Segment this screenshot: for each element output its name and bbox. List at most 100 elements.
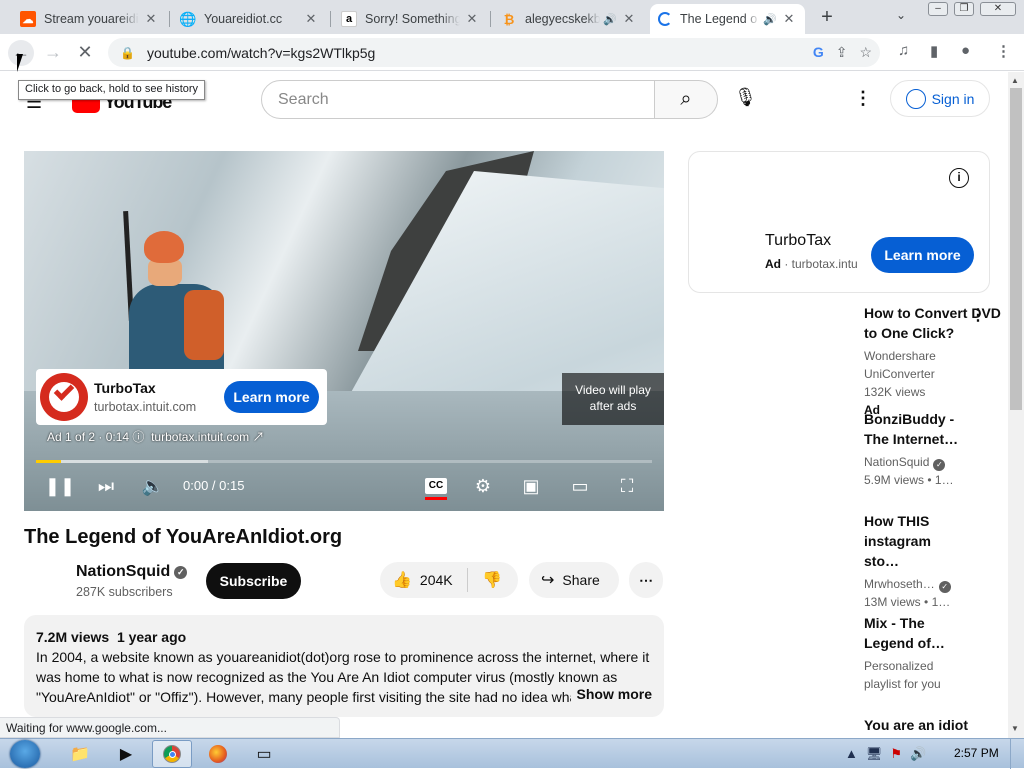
recommendation-item[interactable]: BonziBuddy - The Internet… NationSquid ✓ … — [864, 409, 1008, 489]
description-box[interactable]: 7.2M views 1 year ago In 2004, a website… — [24, 615, 664, 717]
subscribe-button[interactable]: Subscribe — [206, 563, 301, 599]
share-arrow-icon: ↪ — [541, 572, 555, 589]
sign-in-button[interactable]: Sign in — [890, 80, 990, 117]
rec-age: 1… — [931, 595, 951, 609]
upload-age: 1 year ago — [116, 629, 187, 645]
played-bar — [36, 460, 61, 463]
restore-button[interactable]: ❐ — [954, 2, 974, 16]
settings-kebab-icon[interactable]: ⋮ — [854, 88, 872, 109]
pause-button[interactable]: ❚❚ — [45, 473, 75, 499]
captions-button[interactable]: CC — [424, 473, 448, 500]
settings-gear-icon[interactable]: ⚙ — [471, 473, 495, 499]
tab-search-chevron-icon[interactable]: ⌄ — [896, 8, 906, 22]
show-more-button[interactable]: Show more — [570, 684, 652, 704]
rec-menu-kebab-icon[interactable]: ⋮ — [970, 305, 986, 325]
firefox-icon[interactable] — [198, 740, 238, 768]
minimize-button[interactable]: – — [928, 2, 948, 16]
chrome-menu-icon[interactable]: ⋮ — [996, 42, 1011, 60]
bookmark-star-icon[interactable]: ☆ — [859, 44, 872, 61]
volume-tray-icon[interactable]: 🔊 — [910, 746, 926, 762]
volume-icon[interactable]: 🔈 — [141, 473, 165, 499]
ad-learn-more-button[interactable]: Learn more — [224, 381, 319, 413]
tab-1[interactable]: ☁ Stream youareidiot ✕ — [12, 4, 167, 34]
more-actions-button[interactable]: ⋯ — [629, 562, 663, 598]
tab-4[interactable]: ₿ alegyecskekbt 🔊 ✕ — [493, 4, 645, 34]
address-bar[interactable]: 🔒 youtube.com/watch?v=kgs2WTlkp5g G ⇪ ☆ — [108, 38, 880, 67]
info-icon[interactable]: ⓘ — [132, 430, 144, 444]
rec-age: 1… — [934, 473, 954, 487]
close-window-button[interactable]: ✕ — [980, 2, 1016, 16]
close-icon[interactable]: ✕ — [143, 11, 159, 27]
mouse-pointer-icon — [17, 54, 23, 72]
close-icon[interactable]: ✕ — [303, 11, 319, 27]
soundcloud-icon: ☁ — [20, 11, 36, 27]
action-center-icon[interactable]: ⚑ — [890, 746, 902, 762]
more-horiz-icon: ⋯ — [639, 571, 653, 588]
recommendation-item[interactable]: You are an idiot — [864, 715, 1008, 735]
page-scrollbar[interactable]: ▲ ▼ — [1008, 72, 1024, 738]
video-player[interactable]: TurboTax turbotax.intuit.com Learn more … — [24, 151, 664, 511]
channel-name[interactable]: NationSquid ✓ — [76, 563, 188, 581]
info-icon[interactable]: i — [949, 168, 969, 188]
side-ad-domain: turbotax.intu — [791, 257, 858, 271]
speaker-icon[interactable]: 🔊 — [763, 13, 777, 26]
media-player-icon[interactable]: ▶ — [106, 740, 146, 768]
search-input[interactable]: Search — [261, 80, 655, 119]
external-link-icon: ↗ — [252, 430, 265, 444]
close-icon[interactable]: ✕ — [464, 11, 480, 27]
fullscreen-icon[interactable]: ⛶ — [615, 473, 639, 499]
miniplayer-icon[interactable]: ▣ — [519, 473, 543, 499]
new-tab-button[interactable]: + — [815, 6, 839, 30]
profile-icon[interactable]: ● — [961, 42, 970, 59]
share-button[interactable]: ↪ Share — [529, 562, 619, 598]
google-icon[interactable]: G — [813, 44, 824, 61]
forward-button[interactable]: → — [40, 40, 66, 66]
tab-title: The Legend o — [680, 12, 758, 26]
ad-info-line: Ad 1 of 2 · 0:14 ⓘ turbotax.intuit.com ↗ — [47, 428, 265, 445]
channel-name-text[interactable]: NationSquid — [76, 563, 170, 580]
dislike-button[interactable]: 👎 — [468, 570, 502, 590]
speaker-icon[interactable]: 🔊 — [603, 13, 617, 26]
theater-mode-icon[interactable]: ▭ — [567, 473, 593, 499]
recommendation-item[interactable]: Mix - The Legend of… Personalized playli… — [864, 613, 1008, 693]
side-panel-icon[interactable]: ▮ — [930, 42, 938, 60]
clock[interactable]: 2:57 PM — [954, 746, 999, 760]
search-button[interactable]: ⌕ — [654, 80, 718, 119]
side-ad-learn-more-button[interactable]: Learn more — [871, 237, 974, 273]
share-icon[interactable]: ⇪ — [836, 44, 848, 61]
window-icon[interactable]: ▭ — [244, 740, 284, 768]
thumbs-down-icon: 👎 — [482, 572, 502, 589]
like-button[interactable]: 👍 204K — [380, 568, 468, 592]
microphone-icon[interactable]: 🎙 — [734, 87, 757, 108]
media-control-icon[interactable]: ♫ — [898, 42, 909, 59]
tray-expand-icon[interactable]: ▲ — [845, 746, 858, 762]
recommendation-item[interactable]: How THIS instagram sto… Mrwhoseth… ✓ 13M … — [864, 511, 1008, 611]
close-icon[interactable]: ✕ — [781, 11, 797, 27]
network-icon[interactable]: 🖥 — [866, 746, 883, 762]
overlay-ad-card[interactable]: TurboTax turbotax.intuit.com Learn more — [36, 369, 327, 425]
tab-2[interactable]: 🌐 Youareidiot.cc ✕ — [172, 4, 327, 34]
show-desktop-button[interactable] — [1010, 739, 1024, 769]
ad-domain-link[interactable]: turbotax.intuit.com — [151, 430, 249, 444]
start-button[interactable] — [6, 739, 46, 769]
sidebar-ad[interactable]: i TurboTax Ad · turbotax.intu Learn more — [688, 151, 990, 293]
explorer-icon[interactable]: 📁 — [60, 740, 100, 768]
stop-loading-button[interactable]: ✕ — [72, 40, 98, 66]
video-will-play-badge: Video will play after ads — [562, 373, 664, 425]
tab-3[interactable]: a Sorry! Something ✕ — [333, 4, 488, 34]
scroll-up-icon[interactable]: ▲ — [1011, 76, 1019, 85]
chrome-icon[interactable] — [152, 740, 192, 768]
tab-title: Stream youareidiot — [44, 12, 139, 26]
tab-5-active[interactable]: The Legend o 🔊 ✕ — [650, 4, 805, 34]
recommendation-item[interactable]: How to Convert DVD to One Click? Wonders… — [864, 303, 1008, 419]
close-icon[interactable]: ✕ — [621, 11, 637, 27]
rec-channel: Wondershare UniConverter — [864, 349, 936, 381]
next-button[interactable]: ⏭ — [94, 473, 118, 499]
progress-bar[interactable] — [36, 460, 652, 463]
description-text: In 2004, a website known as youareanidio… — [36, 649, 650, 705]
scrollbar-thumb[interactable] — [1010, 88, 1022, 410]
scroll-down-icon[interactable]: ▼ — [1011, 724, 1019, 733]
thumbs-up-icon: 👍 — [392, 572, 412, 589]
lock-icon[interactable]: 🔒 — [120, 46, 135, 60]
rec-title: BonziBuddy - The Internet… — [864, 411, 959, 447]
